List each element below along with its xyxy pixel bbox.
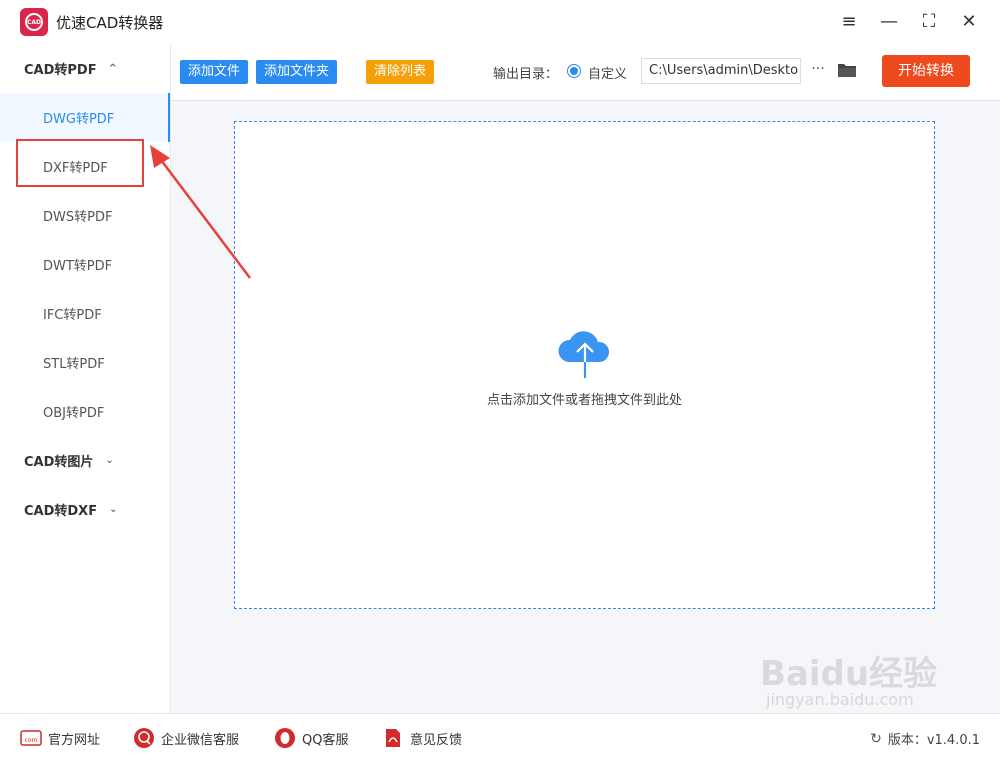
feedback-label: 意见反馈 — [410, 732, 463, 748]
main-panel: 添加文件 添加文件夹 清除列表 输出目录： 自定义 C:\Users\admin… — [171, 44, 1000, 713]
custom-output-radio[interactable] — [567, 64, 581, 78]
refresh-icon[interactable]: ↻ — [870, 731, 882, 747]
app-logo-text: CAD — [25, 13, 43, 31]
sidebar-group-label: CAD转PDF — [24, 63, 97, 78]
chevron-up-icon: ^ — [108, 63, 117, 74]
sidebar-item-ifc-to-pdf[interactable]: IFC转PDF — [0, 289, 170, 338]
sidebar-item-dwt-to-pdf[interactable]: DWT转PDF — [0, 240, 170, 289]
chevron-down-icon: ⌄ — [109, 504, 118, 515]
sidebar-item-dws-to-pdf[interactable]: DWS转PDF — [0, 191, 170, 240]
sidebar: CAD转PDF ^ DWG转PDF DXF转PDF DWS转PDF DWT转PD… — [0, 44, 171, 713]
window-controls: ≡ — ⛶ ✕ — [836, 8, 982, 34]
sidebar-group-label: CAD转图片 — [24, 455, 94, 470]
dropzone-hint: 点击添加文件或者拖拽文件到此处 — [486, 393, 682, 408]
version-label: 版本：v1.4.0.1 — [887, 733, 980, 748]
svg-text:com: com — [25, 737, 38, 744]
add-file-button[interactable]: 添加文件 — [180, 60, 249, 84]
minimize-icon[interactable]: — — [876, 8, 902, 34]
sidebar-item-stl-to-pdf[interactable]: STL转PDF — [0, 338, 170, 387]
more-options-button[interactable]: ··· — [807, 58, 829, 84]
sidebar-group-label: CAD转DXF — [24, 504, 98, 519]
sidebar-group-cad-to-pdf[interactable]: CAD转PDF ^ — [0, 44, 170, 93]
sidebar-item-dwg-to-pdf[interactable]: DWG转PDF — [0, 93, 170, 142]
qq-service-link[interactable]: QQ客服 — [274, 728, 348, 748]
qq-icon — [274, 728, 296, 748]
feedback-link[interactable]: 意见反馈 — [382, 728, 462, 748]
website-icon: com — [20, 728, 42, 748]
cloud-upload-icon — [558, 331, 610, 378]
menu-icon[interactable]: ≡ — [836, 8, 862, 34]
website-link[interactable]: com 官方网址 — [20, 728, 100, 748]
feedback-icon — [382, 728, 404, 748]
close-icon[interactable]: ✕ — [956, 8, 982, 34]
start-convert-button[interactable]: 开始转换 — [882, 55, 970, 87]
wechat-icon — [133, 728, 155, 748]
chevron-down-icon: ⌄ — [105, 455, 114, 466]
sidebar-group-cad-to-image[interactable]: CAD转图片 ⌄ — [0, 436, 170, 485]
output-path-field[interactable]: C:\Users\admin\Deskto — [641, 58, 801, 84]
clear-list-button[interactable]: 清除列表 — [366, 60, 435, 84]
sidebar-group-cad-to-dxf[interactable]: CAD转DXF ⌄ — [0, 485, 170, 534]
toolbar: 添加文件 添加文件夹 清除列表 输出目录： 自定义 C:\Users\admin… — [171, 44, 1000, 101]
footer: com 官方网址 企业微信客服 QQ客服 意见反馈 ↻ 版本：v1.4.0.1 — [0, 713, 1000, 761]
qq-service-label: QQ客服 — [302, 732, 349, 748]
sidebar-item-obj-to-pdf[interactable]: OBJ转PDF — [0, 387, 170, 436]
app-logo-icon: CAD — [20, 8, 48, 36]
file-dropzone[interactable]: 点击添加文件或者拖拽文件到此处 — [234, 121, 935, 609]
wechat-service-link[interactable]: 企业微信客服 — [133, 728, 239, 748]
title-bar: CAD 优速CAD转换器 ≡ — ⛶ ✕ — [0, 0, 1000, 44]
website-label: 官方网址 — [48, 732, 101, 748]
folder-icon[interactable] — [837, 62, 857, 78]
radio-selected-dot — [570, 67, 578, 75]
maximize-icon[interactable]: ⛶ — [916, 8, 942, 34]
app-title: 优速CAD转换器 — [56, 13, 164, 32]
wechat-service-label: 企业微信客服 — [161, 732, 240, 748]
custom-output-label[interactable]: 自定义 — [588, 63, 627, 82]
output-dir-label: 输出目录： — [493, 67, 559, 82]
annotation-highlight-box — [16, 139, 144, 187]
version-info: ↻ 版本：v1.4.0.1 — [870, 729, 980, 749]
add-folder-button[interactable]: 添加文件夹 — [256, 60, 338, 84]
